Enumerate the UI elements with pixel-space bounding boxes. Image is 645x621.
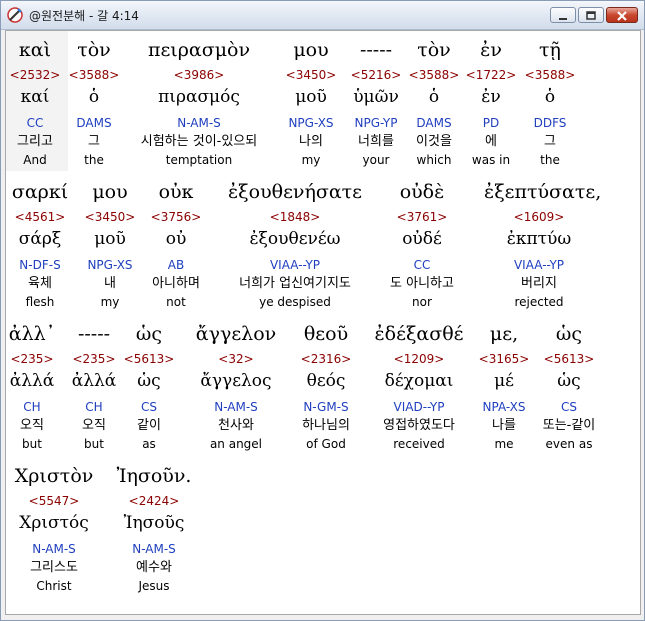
korean-gloss: 시험하는 것이-있으되 [140,134,258,149]
maximize-icon [586,11,596,20]
lexical-form: Χριστός [19,513,89,533]
korean-gloss: 그리스도 [30,560,78,575]
english-gloss: temptation [165,153,233,167]
english-gloss: not [166,295,186,309]
parsing-code: N-AM-S [132,542,176,556]
korean-gloss: 그 [544,134,556,149]
greek-word[interactable]: πειρασμὸν [124,37,274,63]
app-window: @원전분해 - 갈 4:14 καὶ <2532> καί CC 그리고 And τὸν <3… [0,0,645,621]
minimize-button[interactable] [550,7,576,23]
lexical-form: οὐδέ [402,229,442,249]
korean-gloss: 또는-같이 [542,418,596,433]
korean-gloss: 예수와 [136,560,172,575]
strongs-number[interactable]: <5613> [514,351,624,367]
greek-word[interactable]: Χριστὸν [0,463,109,489]
english-gloss: ye despised [259,295,331,309]
lexical-form: ἐξουθενέω [249,229,341,249]
english-gloss: Christ [36,579,72,593]
app-icon [7,7,23,23]
title-bar[interactable]: @원전분해 - 갈 4:14 [1,1,644,30]
parsing-code: N-AM-S [177,116,221,130]
greek-word[interactable]: οὐδὲ [367,179,477,205]
lexical-form: Ἰησοῦς [123,513,185,533]
parsing-code: VIAA--YP [513,258,565,272]
english-gloss: rejected [514,295,564,309]
parsing-code: VIAA--YP [269,258,321,272]
close-icon [617,11,627,21]
minimize-icon [559,18,567,20]
greek-word[interactable]: Ἰησοῦν. [99,463,209,489]
english-gloss: nor [412,295,432,309]
parsing-code: AB [167,258,185,272]
close-button[interactable] [606,7,638,23]
strongs-number[interactable]: <5547> [0,493,109,509]
english-gloss: even as [545,437,593,451]
window-title: @원전분해 - 갈 4:14 [29,9,139,23]
interlinear-panel[interactable]: καὶ <2532> καί CC 그리고 And τὸν <3588> ὁ DAMS 그 the πε… [5,30,641,615]
strongs-number[interactable]: <2424> [99,493,209,509]
lexical-form: ἐκπτύω [506,229,572,249]
greek-word[interactable]: ἐξουθενήσατε [220,179,370,205]
lexical-form: ὁ [544,87,556,107]
korean-gloss: 버리지 [521,276,557,291]
lexical-form: πιρασμός [158,87,240,107]
parsing-code: N-AM-S [32,542,76,556]
strongs-number[interactable]: <3588> [495,67,605,83]
korean-gloss: 너희가 업신여기지도 [239,276,351,291]
strongs-number[interactable]: <3986> [124,67,274,83]
greek-word[interactable]: οὐκ [121,179,231,205]
greek-word[interactable]: τῇ [495,37,605,63]
maximize-button[interactable] [578,7,604,23]
strongs-number[interactable]: <1609> [484,209,594,225]
greek-word[interactable]: ὡς [514,321,624,347]
greek-word[interactable]: ἐξεπτύσατε, [484,179,601,205]
parsing-code: CC [413,258,431,272]
lexical-form: οὐ [165,229,187,249]
english-gloss: the [540,153,560,167]
english-gloss: Jesus [138,579,170,593]
parsing-code: CS [561,400,577,414]
korean-gloss: 아니하며 [152,276,200,291]
korean-gloss: 도 아니하고 [390,276,454,291]
lexical-form: ὡς [557,371,581,391]
strongs-number[interactable]: <3756> [121,209,231,225]
strongs-number[interactable]: <3761> [367,209,477,225]
parsing-code: DDFS [533,116,567,130]
strongs-number[interactable]: <1848> [220,209,370,225]
